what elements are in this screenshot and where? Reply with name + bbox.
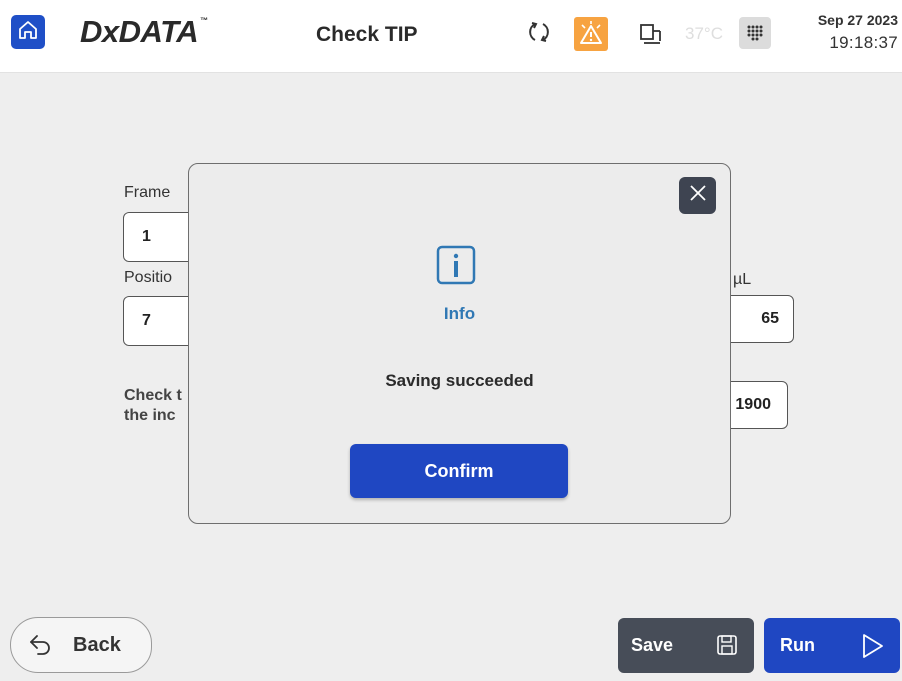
back-label: Back — [73, 633, 121, 656]
check-note-line2: the inc — [124, 407, 176, 424]
alarm-warning-icon[interactable] — [574, 17, 608, 51]
check-note-line1: Check t — [124, 387, 182, 404]
frame-label: Frame — [124, 184, 171, 201]
close-icon — [688, 183, 708, 208]
date-display: Sep 27 2023 — [817, 12, 898, 28]
position-value: 7 — [142, 312, 151, 329]
page-title: Check TIP — [316, 23, 418, 46]
save-label: Save — [631, 635, 674, 655]
sync-icon[interactable] — [525, 18, 553, 46]
home-icon — [17, 19, 39, 46]
count-value: 1900 — [735, 396, 771, 413]
keypad-icon[interactable] — [739, 17, 771, 49]
back-button[interactable]: Back — [10, 617, 152, 673]
dialog-message: Saving succeeded — [385, 371, 534, 390]
brand-logo: DxDATA ™ — [80, 14, 208, 49]
temperature-readout: 37°C — [685, 24, 723, 43]
confirm-button[interactable]: Confirm — [350, 444, 568, 498]
time-display: 19:18:37 — [829, 33, 898, 52]
close-button[interactable] — [679, 177, 716, 214]
volume-unit-label: µL — [733, 271, 752, 288]
play-icon — [858, 632, 886, 660]
position-label: Positio — [124, 269, 173, 286]
run-label: Run — [780, 635, 815, 655]
frame-value: 1 — [142, 228, 151, 245]
volume-value: 65 — [761, 310, 779, 327]
info-label: Info — [443, 304, 476, 323]
save-icon — [716, 634, 738, 656]
home-button[interactable] — [11, 15, 45, 49]
back-arrow-icon — [27, 632, 53, 658]
run-button[interactable]: Run — [764, 618, 900, 673]
top-bar: DxDATA ™ Check TIP 37°C Sep 27 2023 19:1… — [0, 0, 902, 73]
info-icon — [435, 244, 477, 286]
save-button[interactable]: Save — [618, 618, 754, 673]
device-icon[interactable] — [637, 20, 665, 48]
check-note: Check t the inc — [124, 386, 182, 426]
info-dialog: Info Saving succeeded Confirm — [188, 163, 731, 524]
